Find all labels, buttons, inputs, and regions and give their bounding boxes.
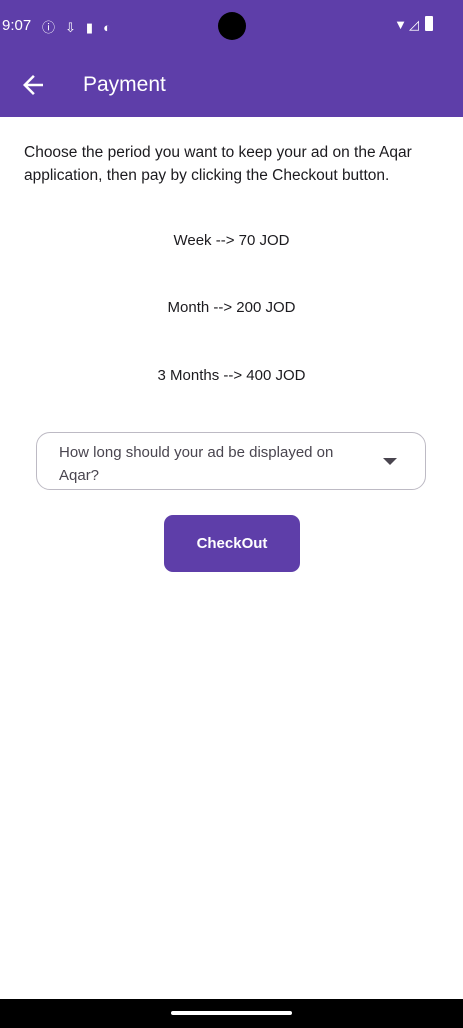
usb-icon: ⇩: [65, 20, 86, 35]
price-week: Week --> 70 JOD: [173, 232, 290, 249]
sd-card-icon: ▮: [85, 20, 104, 35]
dropdown-hint: How long should your ad be displayed on …: [59, 444, 334, 484]
price-month: Month --> 200 JOD: [167, 299, 296, 316]
home-handle[interactable]: [171, 1011, 292, 1015]
back-button[interactable]: [18, 70, 48, 100]
info-icon: ⓘ: [42, 20, 66, 35]
price-3-months: 3 Months --> 400 JOD: [157, 367, 306, 384]
camera-cutout: [218, 12, 246, 40]
status-time: 9:07: [2, 17, 32, 34]
battery-icon: [425, 16, 433, 31]
arrow-left-icon: [23, 75, 43, 95]
signal-icon: ◿: [409, 17, 421, 32]
intro-text: Choose the period you want to keep your …: [24, 144, 412, 184]
navigation-bar: [0, 999, 463, 1028]
caret-down-icon: [383, 458, 397, 465]
app-bar: Payment: [0, 55, 463, 117]
status-notification-icons: ⓘ⇩▮◐: [42, 17, 121, 36]
sync-icon: ◐: [103, 20, 121, 35]
system-icons: ▼◿: [394, 17, 421, 33]
status-bar: 9:07 ⓘ⇩▮◐ ▼◿: [0, 0, 463, 55]
duration-dropdown[interactable]: How long should your ad be displayed on …: [36, 432, 426, 490]
checkout-button[interactable]: CheckOut: [164, 515, 300, 572]
wifi-icon: ▼: [394, 17, 409, 32]
page-title: Payment: [83, 73, 166, 96]
